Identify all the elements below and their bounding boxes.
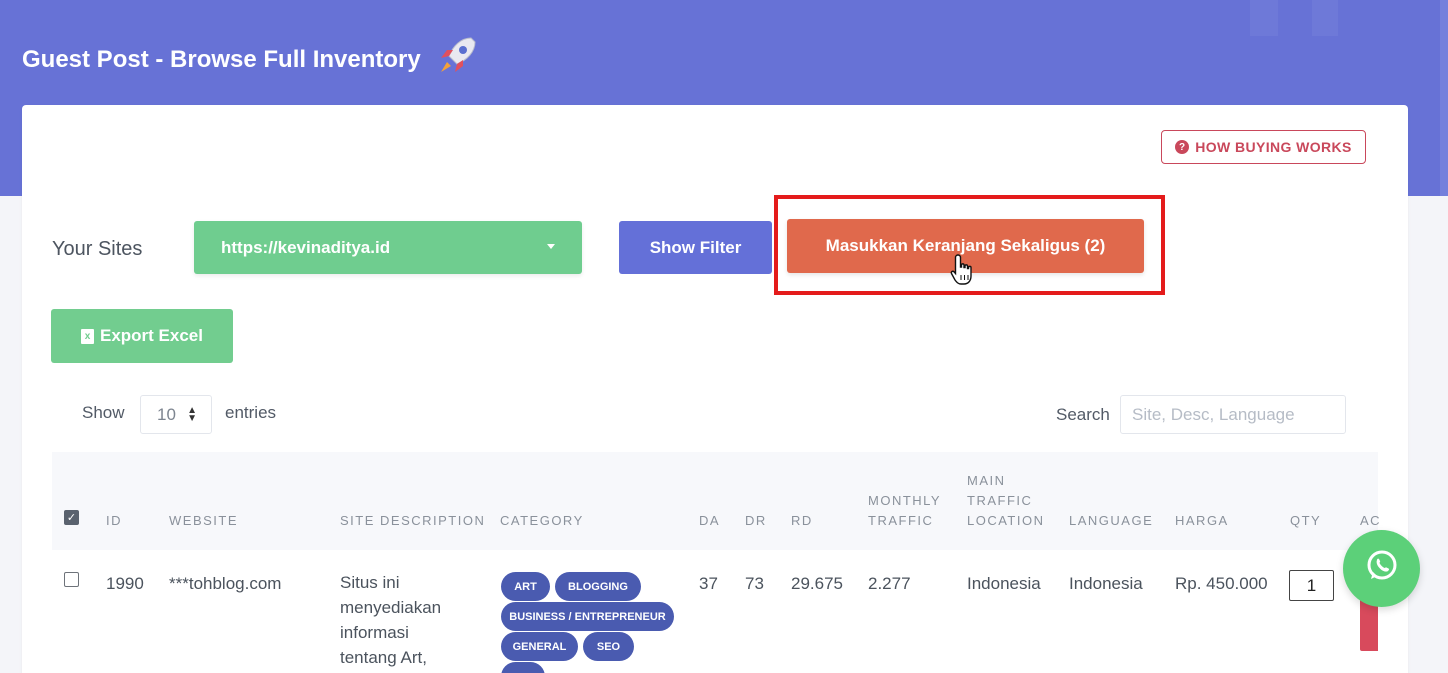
category-tag-partial	[501, 662, 545, 673]
page-title-text: Guest Post - Browse Full Inventory	[22, 45, 421, 73]
column-header-id[interactable]: ID	[106, 511, 122, 531]
whatsapp-chat-button[interactable]	[1343, 530, 1420, 607]
site-select-value: https://kevinaditya.id	[221, 237, 391, 257]
column-header-monthly-traffic-line2: TRAFFIC	[868, 513, 934, 528]
search-input[interactable]	[1120, 395, 1346, 434]
whatsapp-icon	[1362, 546, 1402, 591]
cell-website: ***tohblog.com	[169, 574, 282, 593]
entries-per-page-value: 10	[157, 404, 176, 424]
entries-per-page-select[interactable]: 10 ▲ ▼	[140, 395, 212, 434]
hand-pointer-cursor-icon	[950, 253, 976, 292]
column-header-site-description[interactable]: SITE DESCRIPTION	[340, 511, 485, 531]
how-buying-works-button[interactable]: ? HOW BUYING WORKS	[1161, 130, 1366, 164]
column-header-harga[interactable]: HARGA	[1175, 511, 1229, 531]
rocket-icon	[433, 32, 481, 87]
description-line: informasi	[340, 623, 409, 642]
caret-down-icon	[547, 244, 555, 249]
cell-dr: 73	[745, 574, 764, 593]
category-tag: ART	[501, 572, 550, 601]
show-entries-label: Show	[82, 403, 125, 422]
column-header-monthly-traffic-line1: MONTHLY	[868, 493, 942, 508]
column-header-qty[interactable]: QTY	[1290, 511, 1321, 531]
excel-file-icon: x	[81, 328, 94, 344]
table-header	[52, 452, 1378, 550]
site-select[interactable]: https://kevinaditya.id	[194, 221, 582, 274]
cell-site-description: Situs ini menyediakan informasi tentang …	[340, 570, 441, 670]
export-excel-label: Export Excel	[100, 326, 203, 345]
column-header-action[interactable]: AC	[1360, 511, 1381, 531]
column-header-rd[interactable]: RD	[791, 511, 813, 531]
page-title: Guest Post - Browse Full Inventory	[22, 32, 481, 87]
row-checkbox[interactable]	[64, 572, 79, 587]
column-header-category[interactable]: CATEGORY	[500, 511, 584, 531]
cell-harga: Rp. 450.000	[1175, 574, 1268, 593]
column-header-dr[interactable]: DR	[745, 511, 767, 531]
cell-da: 37	[699, 574, 718, 593]
question-circle-icon: ?	[1175, 140, 1190, 154]
category-tag: BUSINESS / ENTREPRENEUR	[501, 602, 674, 631]
column-header-language[interactable]: LANGUAGE	[1069, 511, 1153, 531]
cell-language: Indonesia	[1069, 574, 1143, 593]
cell-monthly-traffic: 2.277	[868, 574, 911, 593]
column-header-main-location-line3: LOCATION	[967, 513, 1045, 528]
export-excel-button[interactable]: x Export Excel	[51, 309, 233, 363]
qty-input[interactable]	[1289, 570, 1334, 601]
show-filter-button[interactable]: Show Filter	[619, 221, 772, 274]
description-line: Situs ini	[340, 573, 400, 592]
select-all-checkbox[interactable]: ✓	[64, 510, 79, 525]
search-label: Search	[1056, 405, 1110, 424]
description-line: menyediakan	[340, 598, 442, 617]
sort-updown-icon: ▲ ▼	[187, 405, 197, 424]
how-buying-works-label: HOW BUYING WORKS	[1195, 139, 1352, 155]
column-header-da[interactable]: DA	[699, 511, 720, 531]
column-header-main-location-line1: MAIN	[967, 473, 1006, 488]
cell-rd: 29.675	[791, 574, 843, 593]
your-sites-label: Your Sites	[52, 238, 143, 260]
category-tag: GENERAL	[501, 632, 578, 661]
entries-label: entries	[225, 403, 277, 422]
category-tag: SEO	[583, 632, 634, 661]
cell-id: 1990	[106, 574, 144, 593]
column-header-website[interactable]: WEBSITE	[169, 511, 238, 531]
column-header-main-location-line2: TRAFFIC	[967, 493, 1033, 508]
cell-main-location: Indonesia	[967, 574, 1041, 593]
category-tag: BLOGGING	[555, 572, 641, 601]
description-line: tentang Art,	[340, 648, 427, 667]
column-header-main-traffic-location[interactable]: MAIN TRAFFIC LOCATION	[967, 471, 1045, 531]
column-header-monthly-traffic[interactable]: MONTHLY TRAFFIC	[868, 491, 941, 531]
